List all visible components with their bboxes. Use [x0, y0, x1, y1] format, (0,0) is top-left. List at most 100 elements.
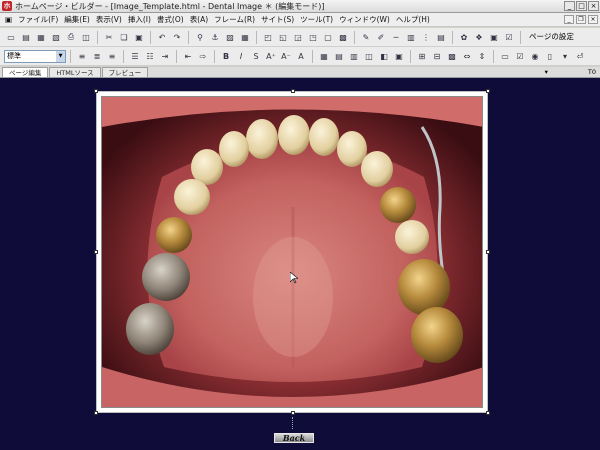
- page-settings-button[interactable]: ページの設定: [525, 30, 578, 44]
- font-size-down-icon[interactable]: A⁻: [279, 49, 293, 63]
- zoom-dropdown[interactable]: ▾: [545, 67, 548, 77]
- layout-frame-icon[interactable]: ◰: [261, 30, 275, 44]
- layout-grid-icon[interactable]: ◲: [291, 30, 305, 44]
- close-button[interactable]: ×: [588, 1, 599, 11]
- align-right-icon[interactable]: ≡: [105, 49, 119, 63]
- border-icon[interactable]: ▢: [321, 30, 335, 44]
- menu-table[interactable]: 表(A): [187, 14, 211, 25]
- menu-site[interactable]: サイト(S): [258, 14, 297, 25]
- paragraph-style-select[interactable]: 標準 ▼: [4, 49, 66, 63]
- align-center-icon[interactable]: ≣: [90, 49, 104, 63]
- menu-help[interactable]: ヘルプ(H): [393, 14, 433, 25]
- menu-file[interactable]: ファイル(F): [15, 14, 61, 25]
- tab-html-source[interactable]: HTMLソース: [49, 67, 101, 77]
- form-submit-icon[interactable]: ⏎: [573, 49, 587, 63]
- check-icon[interactable]: ☑: [502, 30, 516, 44]
- edit-canvas[interactable]: Back: [0, 78, 600, 450]
- resize-handle-right[interactable]: [486, 250, 490, 254]
- cell-height-icon[interactable]: ⇕: [475, 49, 489, 63]
- menu-format[interactable]: 書式(O): [154, 14, 187, 25]
- doc-close-button[interactable]: ×: [588, 15, 598, 24]
- paste-icon[interactable]: ▣: [132, 30, 146, 44]
- cell-align-icon[interactable]: ⊞: [415, 49, 429, 63]
- dental-image[interactable]: [101, 96, 483, 408]
- resize-handle-top-right[interactable]: [486, 89, 490, 93]
- save-icon[interactable]: ▦: [34, 30, 48, 44]
- print-icon[interactable]: ⎙: [64, 30, 78, 44]
- save-all-icon[interactable]: ▧: [49, 30, 63, 44]
- insert-table-icon[interactable]: ▦: [238, 30, 252, 44]
- form-radio-icon[interactable]: ◉: [528, 49, 542, 63]
- resize-handle-top-left[interactable]: [94, 89, 98, 93]
- strikethrough-icon[interactable]: S: [249, 49, 263, 63]
- align-left-icon[interactable]: ≡: [75, 49, 89, 63]
- italic-icon[interactable]: I: [234, 49, 248, 63]
- cut-icon[interactable]: ✂: [102, 30, 116, 44]
- form-text-icon[interactable]: ▯: [543, 49, 557, 63]
- table-col-icon[interactable]: ▥: [347, 49, 361, 63]
- cell-color-icon[interactable]: ▩: [445, 49, 459, 63]
- resize-handle-bottom[interactable]: [291, 411, 295, 415]
- form-check-icon[interactable]: ☑: [513, 49, 527, 63]
- grid-lines-icon[interactable]: ▥: [404, 30, 418, 44]
- indent-icon[interactable]: ⇥: [158, 49, 172, 63]
- back-button[interactable]: Back: [274, 433, 314, 443]
- colorful-tool-icon[interactable]: ✿: [457, 30, 471, 44]
- preview-icon[interactable]: ◫: [79, 30, 93, 44]
- palette-icon[interactable]: ❖: [472, 30, 486, 44]
- layout-box-icon[interactable]: ◱: [276, 30, 290, 44]
- resize-handle-top[interactable]: [291, 89, 295, 93]
- outdent-icon[interactable]: ⇤: [181, 49, 195, 63]
- undo-icon[interactable]: ↶: [155, 30, 169, 44]
- resize-handle-left[interactable]: [94, 250, 98, 254]
- redo-icon[interactable]: ↷: [170, 30, 184, 44]
- mouse-cursor-icon: [290, 272, 298, 284]
- list-bullet-icon[interactable]: ☰: [128, 49, 142, 63]
- table-props-icon[interactable]: ▣: [392, 49, 406, 63]
- list-number-icon[interactable]: ☷: [143, 49, 157, 63]
- menu-edit[interactable]: 編集(E): [61, 14, 93, 25]
- form-button-icon[interactable]: ▭: [498, 49, 512, 63]
- table-merge-icon[interactable]: ◫: [362, 49, 376, 63]
- table-split-icon[interactable]: ◧: [377, 49, 391, 63]
- menu-insert[interactable]: 挿入(I): [125, 14, 154, 25]
- image-frame[interactable]: [94, 89, 490, 415]
- doc-minimize-button[interactable]: _: [564, 15, 574, 24]
- layout-cell-icon[interactable]: ◳: [306, 30, 320, 44]
- copy-icon[interactable]: ❏: [117, 30, 131, 44]
- bold-icon[interactable]: B: [219, 49, 233, 63]
- line-icon[interactable]: ─: [389, 30, 403, 44]
- font-size-up-icon[interactable]: A⁺: [264, 49, 278, 63]
- image-tool-icon[interactable]: ▣: [487, 30, 501, 44]
- link-icon[interactable]: ⚲: [193, 30, 207, 44]
- tab-preview[interactable]: プレビュー: [101, 67, 149, 77]
- form-select-icon[interactable]: ▾: [558, 49, 572, 63]
- cell-width-icon[interactable]: ⇔: [460, 49, 474, 63]
- menu-window[interactable]: ウィンドウ(W): [336, 14, 393, 25]
- anchor-icon[interactable]: ⚓: [208, 30, 222, 44]
- minimize-button[interactable]: _: [564, 1, 575, 11]
- form-icon[interactable]: ▤: [434, 30, 448, 44]
- new-page-icon[interactable]: ▭: [4, 30, 18, 44]
- pencil-icon[interactable]: ✎: [359, 30, 373, 44]
- open-folder-icon[interactable]: ▤: [19, 30, 33, 44]
- table-insert-icon[interactable]: ▦: [317, 49, 331, 63]
- resize-handle-bottom-right[interactable]: [486, 411, 490, 415]
- marker-icon[interactable]: ✐: [374, 30, 388, 44]
- insert-image-icon[interactable]: ▨: [223, 30, 237, 44]
- font-color-icon[interactable]: A: [294, 49, 308, 63]
- menu-view[interactable]: 表示(V): [93, 14, 125, 25]
- doc-restore-button[interactable]: ❐: [576, 15, 586, 24]
- resize-handle-bottom-left[interactable]: [94, 411, 98, 415]
- blockquote-icon[interactable]: ⇨: [196, 49, 210, 63]
- tab-page-edit[interactable]: ページ編集: [2, 67, 49, 77]
- menu-tools[interactable]: ツール(T): [297, 14, 336, 25]
- bg-icon[interactable]: ▩: [336, 30, 350, 44]
- spacer-icon[interactable]: ⋮: [419, 30, 433, 44]
- menu-frame[interactable]: フレーム(R): [211, 14, 258, 25]
- table-row-icon[interactable]: ▤: [332, 49, 346, 63]
- chevron-down-icon[interactable]: ▼: [56, 50, 65, 62]
- menu-doc-icon[interactable]: ▣: [2, 15, 15, 24]
- maximize-button[interactable]: □: [576, 1, 587, 11]
- cell-valign-icon[interactable]: ⊟: [430, 49, 444, 63]
